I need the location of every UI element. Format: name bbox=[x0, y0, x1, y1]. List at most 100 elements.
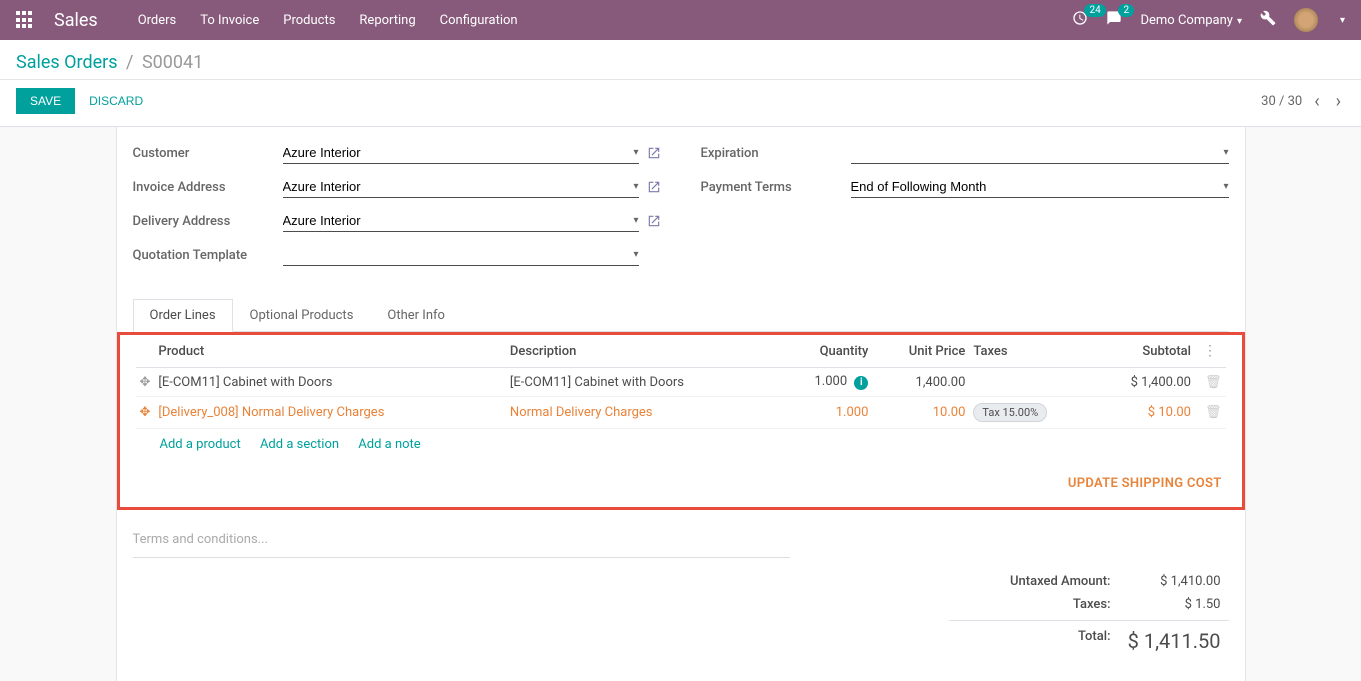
table-row[interactable]: ✥ [Delivery_008] Normal Delivery Charges… bbox=[136, 397, 1226, 429]
topbar: Sales Orders To Invoice Products Reporti… bbox=[0, 0, 1361, 40]
activities-icon[interactable]: 24 bbox=[1072, 10, 1088, 30]
add-links: Add a product Add a section Add a note bbox=[136, 429, 1226, 460]
add-note-link[interactable]: Add a note bbox=[358, 437, 420, 452]
col-description: Description bbox=[506, 335, 779, 368]
breadcrumb: Sales Orders / S00041 bbox=[16, 52, 1345, 73]
app-brand: Sales bbox=[54, 10, 98, 31]
cell-taxes[interactable] bbox=[969, 368, 1092, 397]
cell-unit-price[interactable]: 10.00 bbox=[872, 397, 969, 429]
tab-other-info[interactable]: Other Info bbox=[370, 299, 462, 331]
caret-down-icon[interactable]: ▾ bbox=[633, 215, 638, 226]
activities-badge: 24 bbox=[1084, 4, 1105, 17]
caret-down-icon[interactable]: ▾ bbox=[633, 249, 638, 260]
payment-terms-field[interactable]: ▾ bbox=[851, 176, 1229, 198]
cell-product[interactable]: [E-COM11] Cabinet with Doors bbox=[154, 368, 506, 397]
form-grid: Customer ▾ Invoice Address ▾ Delivery Ad… bbox=[133, 139, 1229, 275]
tab-optional-products[interactable]: Optional Products bbox=[233, 299, 371, 331]
trash-icon[interactable]: 🗑 bbox=[1205, 375, 1222, 390]
topbar-right: 24 2 Demo Company▾ ▾ bbox=[1072, 8, 1345, 32]
col-unit-price: Unit Price bbox=[872, 335, 969, 368]
total-label: Total: bbox=[957, 629, 1111, 653]
caret-down-icon[interactable]: ▾ bbox=[633, 181, 638, 192]
delivery-address-field[interactable]: ▾ bbox=[283, 210, 639, 232]
caret-down-icon[interactable]: ▾ bbox=[633, 147, 638, 158]
add-section-link[interactable]: Add a section bbox=[260, 437, 339, 452]
main-nav: Orders To Invoice Products Reporting Con… bbox=[138, 13, 1073, 28]
nav-configuration[interactable]: Configuration bbox=[440, 13, 518, 28]
external-link-icon[interactable] bbox=[647, 214, 661, 228]
update-shipping-link[interactable]: UPDATE SHIPPING COST bbox=[1068, 476, 1222, 491]
nav-products[interactable]: Products bbox=[283, 13, 335, 28]
pager: 30 / 30 ‹ › bbox=[1261, 91, 1345, 112]
col-subtotal: Subtotal bbox=[1092, 335, 1195, 368]
add-product-link[interactable]: Add a product bbox=[160, 437, 241, 452]
trash-icon[interactable]: 🗑 bbox=[1205, 405, 1222, 420]
untaxed-value: $ 1,410.00 bbox=[1111, 574, 1221, 589]
messages-badge: 2 bbox=[1118, 4, 1134, 17]
user-avatar[interactable] bbox=[1294, 8, 1318, 32]
order-lines-panel: Product Description Quantity Unit Price … bbox=[117, 332, 1245, 510]
col-taxes: Taxes bbox=[969, 335, 1092, 368]
order-lines-table: Product Description Quantity Unit Price … bbox=[136, 335, 1226, 429]
table-row[interactable]: ✥ [E-COM11] Cabinet with Doors [E-COM11]… bbox=[136, 368, 1226, 397]
update-shipping-wrap: UPDATE SHIPPING COST bbox=[136, 460, 1226, 495]
breadcrumb-bar: Sales Orders / S00041 bbox=[0, 40, 1361, 80]
nav-to-invoice[interactable]: To Invoice bbox=[200, 13, 259, 28]
save-button[interactable]: Save bbox=[16, 88, 75, 114]
delivery-address-label: Delivery Address bbox=[133, 214, 283, 229]
drag-handle-icon[interactable]: ✥ bbox=[136, 368, 155, 397]
totals: Untaxed Amount: $ 1,410.00 Taxes: $ 1.50… bbox=[949, 570, 1229, 657]
col-quantity: Quantity bbox=[779, 335, 872, 368]
messages-icon[interactable]: 2 bbox=[1106, 10, 1122, 30]
taxes-value: $ 1.50 bbox=[1111, 597, 1221, 612]
cell-subtotal: $ 10.00 bbox=[1092, 397, 1195, 429]
quotation-template-field[interactable]: ▾ bbox=[283, 244, 639, 266]
invoice-address-field[interactable]: ▾ bbox=[283, 176, 639, 198]
cell-description[interactable]: [E-COM11] Cabinet with Doors bbox=[506, 368, 779, 397]
tax-badge: Tax 15.00% bbox=[973, 403, 1047, 422]
discard-button[interactable]: Discard bbox=[75, 88, 157, 114]
drag-handle-icon[interactable]: ✥ bbox=[136, 397, 155, 429]
cell-unit-price[interactable]: 1,400.00 bbox=[872, 368, 969, 397]
debug-icon[interactable] bbox=[1260, 10, 1276, 30]
tabs: Order Lines Optional Products Other Info bbox=[133, 299, 1229, 332]
caret-down-icon[interactable]: ▾ bbox=[1223, 147, 1228, 158]
payment-terms-label: Payment Terms bbox=[701, 180, 851, 195]
cell-taxes[interactable]: Tax 15.00% bbox=[969, 397, 1092, 429]
breadcrumb-sep: / bbox=[126, 52, 133, 73]
nav-orders[interactable]: Orders bbox=[138, 13, 177, 28]
customer-label: Customer bbox=[133, 146, 283, 161]
caret-down-icon[interactable]: ▾ bbox=[1223, 181, 1228, 192]
external-link-icon[interactable] bbox=[647, 146, 661, 160]
cell-quantity[interactable]: 1.000 bbox=[779, 397, 872, 429]
form-sheet: Customer ▾ Invoice Address ▾ Delivery Ad… bbox=[116, 127, 1246, 681]
cell-description[interactable]: Normal Delivery Charges bbox=[506, 397, 779, 429]
pager-prev[interactable]: ‹ bbox=[1310, 91, 1323, 112]
pager-position: 30 / 30 bbox=[1261, 94, 1302, 109]
nav-reporting[interactable]: Reporting bbox=[359, 13, 415, 28]
terms-input[interactable]: Terms and conditions... bbox=[133, 522, 791, 558]
form-col-left: Customer ▾ Invoice Address ▾ Delivery Ad… bbox=[133, 139, 661, 275]
cell-quantity[interactable]: 1.000 i bbox=[779, 368, 872, 397]
taxes-label: Taxes: bbox=[957, 597, 1111, 612]
caret-down-icon: ▾ bbox=[1340, 15, 1345, 26]
customer-field[interactable]: ▾ bbox=[283, 142, 639, 164]
kebab-icon[interactable]: ⋮ bbox=[1199, 343, 1221, 359]
col-product: Product bbox=[154, 335, 506, 368]
company-switcher[interactable]: Demo Company▾ bbox=[1140, 13, 1241, 28]
expiration-label: Expiration bbox=[701, 146, 851, 161]
expiration-field[interactable]: ▾ bbox=[851, 142, 1229, 164]
untaxed-label: Untaxed Amount: bbox=[957, 574, 1111, 589]
cell-product[interactable]: [Delivery_008] Normal Delivery Charges bbox=[154, 397, 506, 429]
total-value: $ 1,411.50 bbox=[1111, 629, 1221, 653]
cell-subtotal: $ 1,400.00 bbox=[1092, 368, 1195, 397]
pager-next[interactable]: › bbox=[1332, 91, 1345, 112]
info-icon[interactable]: i bbox=[854, 376, 868, 390]
breadcrumb-current: S00041 bbox=[142, 52, 203, 73]
tab-order-lines[interactable]: Order Lines bbox=[133, 299, 233, 332]
breadcrumb-parent[interactable]: Sales Orders bbox=[16, 52, 118, 73]
quotation-template-label: Quotation Template bbox=[133, 248, 283, 263]
external-link-icon[interactable] bbox=[647, 180, 661, 194]
apps-icon[interactable] bbox=[16, 11, 34, 29]
caret-down-icon: ▾ bbox=[1237, 16, 1242, 27]
